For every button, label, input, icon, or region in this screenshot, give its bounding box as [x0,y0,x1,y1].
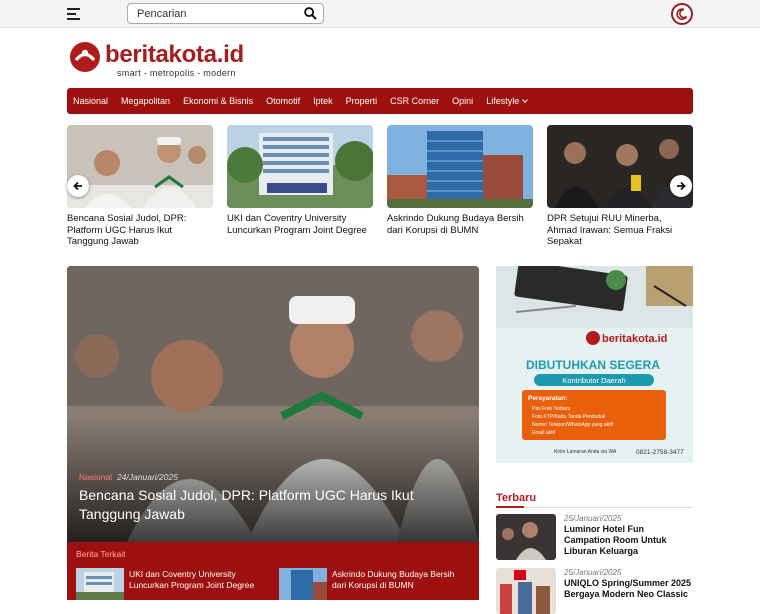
ad-footer: Kirim Lamaran Anda via WA [554,449,617,455]
latest-date: 25/Januari/2025 [564,514,622,523]
latest-section-title: Terbaru [496,492,537,504]
related-thumbnail[interactable] [279,568,327,600]
hero-date: 24/Januari/2025 [117,472,178,482]
top-bar [0,0,760,28]
slider-item-title[interactable]: UKI dan Coventry University Luncurkan Pr… [227,213,373,236]
slider-item[interactable]: UKI dan Coventry University Luncurkan Pr… [227,125,373,236]
latest-title[interactable]: Luminor Hotel Fun Campation Room Untuk L… [564,524,692,557]
nav-item-lifestyle[interactable]: Lifestyle [486,96,529,106]
arrow-right-icon [677,181,686,191]
latest-item[interactable]: 25/Januari/2025 UNIQLO Spring/Summer 202… [496,568,693,614]
nav-item-opini[interactable]: Opini [452,96,473,106]
hero-title[interactable]: Bencana Sosial Judol, DPR: Platform UGC … [79,486,449,524]
menu-icon[interactable] [67,8,80,20]
logo-text: beritakota.id [105,41,244,68]
arrow-left-icon [73,181,82,191]
search-icon[interactable] [304,7,317,20]
latest-thumbnail[interactable] [496,514,556,560]
latest-item[interactable]: 25/Januari/2025 Luminor Hotel Fun Campat… [496,514,693,560]
dark-mode-toggle[interactable] [671,3,693,25]
related-label: Berita Terkait [76,549,126,559]
nav-item-csr-corner[interactable]: CSR Corner [390,96,439,106]
ad-req: Pas Foto Terbaru [532,406,570,412]
slider-item-title[interactable]: Bencana Sosial Judol, DPR: Platform UGC … [67,213,213,248]
nav-item-megapolitan[interactable]: Megapolitan [121,96,170,106]
nav-item-lifestyle-label: Lifestyle [486,96,520,106]
ad-req: Nomor Telepon/WhatsApp yang aktif [532,422,614,428]
chevron-down-icon [522,97,529,103]
slider-item-title[interactable]: DPR Setujui RUU Minerba, Ahmad Irawan: S… [547,213,693,248]
nav-item-properti[interactable]: Properti [346,96,378,106]
latest-title[interactable]: UNIQLO Spring/Summer 2025 Bergaya Modern… [564,578,692,600]
main-nav: Nasional Megapolitan Ekonomi & Bisnis Ot… [67,88,693,114]
related-title[interactable]: Askrindo Dukung Budaya Bersih dari Korup… [332,569,470,591]
slider-item[interactable]: Askrindo Dukung Budaya Bersih dari Korup… [387,125,533,236]
slider-thumbnail[interactable] [227,125,373,208]
recruitment-ad[interactable]: beritakota.id DIBUTUHKAN SEGERA Kontribu… [496,266,693,463]
moon-icon [676,8,688,20]
slider-item-title[interactable]: Askrindo Dukung Budaya Bersih dari Korup… [387,213,533,236]
logo-mark-icon [70,42,100,72]
ad-sub: Kontributor Daerah [562,376,625,385]
ad-req: Email aktif [532,430,556,436]
related-thumbnail[interactable] [76,568,124,600]
latest-section-header: Terbaru [496,488,693,508]
related-item[interactable]: UKI dan Coventry University Luncurkan Pr… [76,568,266,600]
nav-item-otomotif[interactable]: Otomotif [266,96,300,106]
slider-thumbnail[interactable] [547,125,693,208]
site-logo[interactable]: beritakota.id smart - metropolis - moder… [69,40,249,78]
ad-brand: beritakota.id [602,333,667,345]
hero-category[interactable]: Nasional [79,472,112,482]
ad-headline: DIBUTUHKAN SEGERA [526,358,660,372]
slider-thumbnail[interactable] [67,125,213,208]
nav-item-ekonomi-bisnis[interactable]: Ekonomi & Bisnis [183,96,253,106]
ad-req-title: Persyaratan: [528,395,567,402]
hero-article[interactable]: Nasional 24/Januari/2025 Bencana Sosial … [67,266,479,600]
ad-banner[interactable]: beritakota.id DIBUTUHKAN SEGERA Kontribu… [496,266,693,463]
search-box[interactable] [127,3,324,24]
nav-item-nasional[interactable]: Nasional [73,96,108,106]
related-item[interactable]: Askrindo Dukung Budaya Bersih dari Korup… [279,568,469,600]
slider-next-button[interactable] [670,175,692,197]
latest-date: 25/Januari/2025 [564,568,622,577]
latest-thumbnail[interactable] [496,568,556,614]
logo-tagline: smart - metropolis - modern [117,68,236,78]
related-title[interactable]: UKI dan Coventry University Luncurkan Pr… [129,569,267,591]
slider-prev-button[interactable] [67,175,89,197]
headline-slider: Bencana Sosial Judol, DPR: Platform UGC … [67,125,693,250]
ad-phone: 0821-2758-3477 [636,449,684,456]
search-input[interactable] [137,7,297,21]
ad-req: Foto KTP/Kartu Tanda Penduduk [532,414,606,420]
slider-thumbnail[interactable] [387,125,533,208]
nav-item-iptek[interactable]: Iptek [313,96,333,106]
